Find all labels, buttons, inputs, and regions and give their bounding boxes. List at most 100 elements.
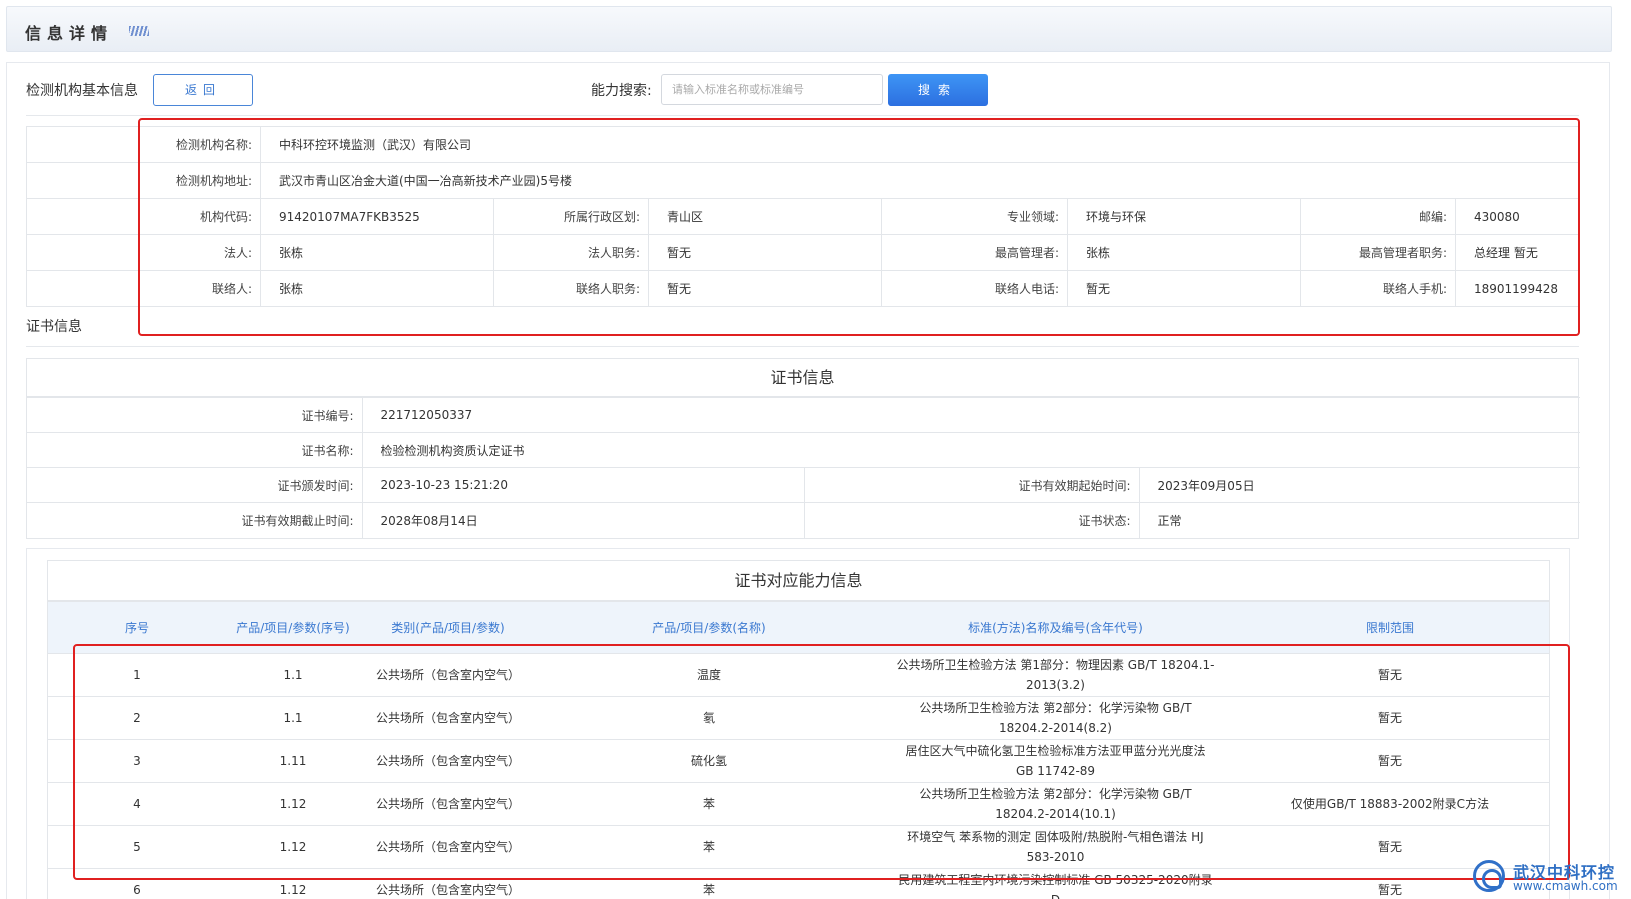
title-decoration-icon xyxy=(129,26,149,36)
col-header-limit: 限制范围 xyxy=(1229,601,1549,654)
org-name-value: 中科环控环境监测（武汉）有限公司 xyxy=(259,126,1581,163)
cell-category: 公共场所（包含室内空气） xyxy=(360,825,536,869)
contact-mobile-label: 联络人手机: xyxy=(1300,270,1456,307)
page-title: 信息详情 xyxy=(25,24,114,43)
cell-standard: 公共场所卫生检验方法 第1部分：物理因素 GB/T 18204.1-2013(3… xyxy=(882,653,1229,697)
cert-info-table: 证书编号: 221712050337 证书名称: 检验检测机构资质认定证书 证书… xyxy=(27,397,1581,538)
divider xyxy=(26,346,1579,347)
org-address-value: 武汉市青山区冶金大道(中国一冶高新技术产业园)5号楼 xyxy=(259,162,1581,199)
contact-phone-value: 暂无 xyxy=(1067,270,1301,307)
cell-standard: 民用建筑工程室内环境污染控制标准 GB 50325-2020附录D xyxy=(882,868,1229,899)
district-value: 青山区 xyxy=(648,198,882,235)
cell-standard: 居住区大气中硫化氢卫生检验标准方法亚甲蓝分光光度法 GB 11742-89 xyxy=(882,739,1229,783)
cell-limit: 暂无 xyxy=(1229,696,1549,740)
capability-search-label: 能力搜索: xyxy=(591,83,652,99)
cert-section-label: 证书信息 xyxy=(26,319,82,335)
field-value: 环境与环保 xyxy=(1067,198,1301,235)
cert-number-label: 证书编号: xyxy=(27,397,363,433)
cell-item-number: 1.12 xyxy=(226,868,360,899)
org-code-value: 91420107MA7FKB3525 xyxy=(260,198,494,235)
manager-value: 张栋 xyxy=(1067,234,1301,271)
cert-info-title: 证书信息 xyxy=(27,359,1578,397)
org-info-table: 检测机构名称: 中科环控环境监测（武汉）有限公司 检测机构地址: 武汉市青山区冶… xyxy=(26,126,1581,307)
cell-item-name: 温度 xyxy=(536,653,882,697)
cert-valid-start-label: 证书有效期起始时间: xyxy=(803,467,1140,503)
manager-title-label: 最高管理者职务: xyxy=(1300,234,1456,271)
col-header-item-number: 产品/项目/参数(序号) xyxy=(226,601,360,654)
col-header-index: 序号 xyxy=(48,601,226,654)
page-header: 信息详情 xyxy=(6,6,1612,52)
legal-value: 张栋 xyxy=(260,234,494,271)
cell-item-name: 苯 xyxy=(536,825,882,869)
cell-category: 公共场所（包含室内空气） xyxy=(360,696,536,740)
cell-limit: 暂无 xyxy=(1229,739,1549,783)
col-header-standard: 标准(方法)名称及编号(含年代号) xyxy=(882,601,1229,654)
cell-index: 4 xyxy=(48,782,226,826)
cell-item-name: 苯 xyxy=(536,782,882,826)
cell-item-name: 氡 xyxy=(536,696,882,740)
contact-mobile-value: 18901199428 xyxy=(1454,270,1581,307)
return-button[interactable]: 返回 xyxy=(153,74,253,106)
legal-label: 法人: xyxy=(26,234,261,271)
field-label: 专业领域: xyxy=(881,198,1068,235)
table-row: 6 1.12 公共场所（包含室内空气） 苯 民用建筑工程室内环境污染控制标准 G… xyxy=(48,868,1549,899)
cell-item-name: 苯 xyxy=(536,868,882,899)
basic-info-label: 检测机构基本信息 xyxy=(26,83,138,99)
cell-category: 公共场所（包含室内空气） xyxy=(360,782,536,826)
cell-item-number: 1.1 xyxy=(226,696,360,740)
contact-title-value: 暂无 xyxy=(648,270,882,307)
capability-header-row: 序号 产品/项目/参数(序号) 类别(产品/项目/参数) 产品/项目/参数(名称… xyxy=(48,601,1549,654)
cell-limit: 仅使用GB/T 18883-2002附录C方法 xyxy=(1229,782,1549,826)
company-logo-icon xyxy=(1473,860,1505,892)
cell-index: 3 xyxy=(48,739,226,783)
cell-item-number: 1.12 xyxy=(226,825,360,869)
cert-issue-label: 证书颁发时间: xyxy=(27,467,363,503)
cell-category: 公共场所（包含室内空气） xyxy=(360,739,536,783)
col-header-category: 类别(产品/项目/参数) xyxy=(360,601,536,654)
cert-status-label: 证书状态: xyxy=(803,502,1140,538)
table-row: 5 1.12 公共场所（包含室内空气） 苯 环境空气 苯系物的测定 固体吸附/热… xyxy=(48,825,1549,869)
cert-valid-end-label: 证书有效期截止时间: xyxy=(27,502,363,538)
table-row: 3 1.11 公共场所（包含室内空气） 硫化氢 居住区大气中硫化氢卫生检验标准方… xyxy=(48,739,1549,783)
cert-status-value: 正常 xyxy=(1138,502,1581,538)
watermark-url: www.cmawh.com xyxy=(1513,879,1618,893)
cell-standard: 环境空气 苯系物的测定 固体吸附/热脱附-气相色谱法 HJ 583-2010 xyxy=(882,825,1229,869)
contact-value: 张栋 xyxy=(260,270,494,307)
manager-label: 最高管理者: xyxy=(881,234,1068,271)
contact-title-label: 联络人职务: xyxy=(493,270,649,307)
cell-item-number: 1.11 xyxy=(226,739,360,783)
legal-title-label: 法人职务: xyxy=(493,234,649,271)
capability-table: 序号 产品/项目/参数(序号) 类别(产品/项目/参数) 产品/项目/参数(名称… xyxy=(48,601,1549,899)
watermark: 武汉中科环控 www.cmawh.com xyxy=(1473,858,1623,894)
table-row: 4 1.12 公共场所（包含室内空气） 苯 公共场所卫生检验方法 第2部分：化学… xyxy=(48,782,1549,826)
capability-title: 证书对应能力信息 xyxy=(48,561,1549,601)
cell-item-name: 硫化氢 xyxy=(536,739,882,783)
cert-valid-end-value: 2028年08月14日 xyxy=(361,502,805,538)
cert-issue-value: 2023-10-23 15:21:20 xyxy=(361,467,805,503)
org-address-label: 检测机构地址: xyxy=(26,162,261,199)
col-header-item-name: 产品/项目/参数(名称) xyxy=(536,601,882,654)
cert-valid-start-value: 2023年09月05日 xyxy=(1138,467,1581,503)
table-row: 2 1.1 公共场所（包含室内空气） 氡 公共场所卫生检验方法 第2部分：化学污… xyxy=(48,696,1549,740)
contact-phone-label: 联络人电话: xyxy=(881,270,1068,307)
legal-title-value: 暂无 xyxy=(648,234,882,271)
postcode-label: 邮编: xyxy=(1300,198,1456,235)
contact-label: 联络人: xyxy=(26,270,261,307)
org-code-label: 机构代码: xyxy=(26,198,261,235)
search-button[interactable]: 搜索 xyxy=(888,74,988,106)
cert-name-label: 证书名称: xyxy=(27,432,363,468)
capability-box: 证书对应能力信息 序号 产品/项目/参数(序号) 类别(产品/项目/参数) 产品… xyxy=(47,560,1550,899)
cell-limit: 暂无 xyxy=(1229,653,1549,697)
cert-name-value: 检验检测机构资质认定证书 xyxy=(361,432,1581,468)
district-label: 所属行政区划: xyxy=(493,198,649,235)
cell-standard: 公共场所卫生检验方法 第2部分：化学污染物 GB/T 18204.2-2014(… xyxy=(882,782,1229,826)
cell-category: 公共场所（包含室内空气） xyxy=(360,868,536,899)
org-name-label: 检测机构名称: xyxy=(26,126,261,163)
cell-category: 公共场所（包含室内空气） xyxy=(360,653,536,697)
table-row: 1 1.1 公共场所（包含室内空气） 温度 公共场所卫生检验方法 第1部分：物理… xyxy=(48,653,1549,697)
divider xyxy=(26,115,1579,116)
cell-index: 1 xyxy=(48,653,226,697)
cert-info-box: 证书信息 证书编号: 221712050337 证书名称: 检验检测机构资质认定… xyxy=(26,358,1581,539)
capability-search-input[interactable] xyxy=(661,74,883,105)
cell-item-number: 1.12 xyxy=(226,782,360,826)
